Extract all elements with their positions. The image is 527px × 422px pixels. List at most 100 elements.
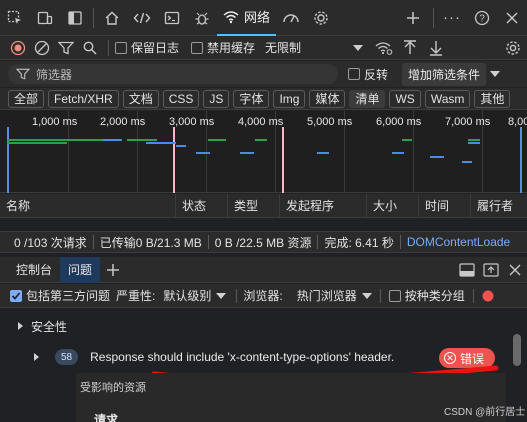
request-bar bbox=[176, 145, 186, 147]
request-bar bbox=[127, 139, 157, 141]
disable-cache-checkbox[interactable] bbox=[191, 41, 204, 54]
timeline-tick-label: 6,000 ms bbox=[376, 116, 422, 128]
transferred-size: 已传输0 B/21.3 MB bbox=[99, 235, 202, 250]
welcome-home-icon[interactable] bbox=[97, 0, 127, 36]
expand-drawer-icon[interactable] bbox=[479, 262, 503, 277]
load-event-marker bbox=[173, 127, 175, 193]
column-type[interactable]: 类型 bbox=[228, 193, 280, 218]
affected-resources-label: 受影响的资源 bbox=[80, 382, 146, 394]
preserve-log-label: 保留日志 bbox=[131, 41, 180, 55]
chip-ws[interactable]: WS bbox=[389, 89, 421, 108]
scrollbar-thumb[interactable] bbox=[513, 334, 521, 366]
close-icon[interactable] bbox=[497, 0, 527, 36]
resource-type-filters: 全部 Fetch/XHR 文档 CSS JS 字体 Img 媒体 清单 WS W… bbox=[0, 88, 527, 110]
affected-requests-label[interactable]: 请求 bbox=[94, 411, 118, 422]
browser-select[interactable]: 热门浏览器 bbox=[297, 287, 357, 304]
chevron-down-icon[interactable] bbox=[216, 292, 227, 299]
chevron-down-icon[interactable] bbox=[353, 44, 364, 51]
device-toolbar-icon[interactable] bbox=[30, 0, 60, 36]
requests-table-body bbox=[0, 218, 527, 230]
issue-category-security[interactable]: 安全性 bbox=[0, 315, 527, 337]
chip-img[interactable]: Img bbox=[273, 89, 306, 108]
chip-media[interactable]: 媒体 bbox=[309, 89, 346, 108]
column-initiator[interactable]: 发起程序 bbox=[280, 193, 367, 218]
throttling-select[interactable]: 无限制 bbox=[265, 39, 301, 56]
network-conditions-wifi-icon[interactable] bbox=[371, 41, 397, 55]
clear-icon[interactable] bbox=[30, 40, 54, 56]
divider bbox=[399, 235, 401, 249]
load-event-marker bbox=[282, 127, 284, 193]
timeline-tick-label: 8,000 ms bbox=[508, 116, 527, 128]
chip-fetch-xhr[interactable]: Fetch/XHR bbox=[48, 89, 119, 108]
add-drawer-tab-plus-icon[interactable] bbox=[100, 263, 126, 277]
add-tab-plus-icon[interactable] bbox=[396, 0, 430, 36]
request-bar bbox=[240, 152, 254, 154]
more-tools-ellipsis-icon[interactable]: ··· bbox=[437, 0, 467, 36]
divider bbox=[93, 7, 94, 28]
search-icon[interactable] bbox=[78, 41, 102, 55]
column-name[interactable]: 名称 bbox=[0, 193, 176, 218]
chip-css[interactable]: CSS bbox=[162, 89, 200, 108]
expand-triangle-icon bbox=[18, 322, 23, 330]
divider bbox=[472, 288, 474, 303]
elements-code-icon[interactable] bbox=[127, 0, 157, 36]
tab-network-label: 网络 bbox=[244, 10, 271, 25]
include-third-party-checkbox[interactable] bbox=[10, 289, 22, 302]
disable-cache-label: 禁用缓存 bbox=[207, 41, 256, 55]
column-size[interactable]: 大小 bbox=[367, 193, 419, 218]
dom-content-loaded-marker bbox=[520, 127, 522, 193]
invert-checkbox[interactable] bbox=[348, 68, 360, 80]
help-icon[interactable]: ? bbox=[467, 0, 497, 36]
more-filters-button[interactable]: 增加筛选条件 bbox=[402, 62, 487, 86]
resources-size: 0 B /22.5 MB 资源 bbox=[214, 235, 312, 250]
dock-panel-icon[interactable] bbox=[60, 0, 90, 36]
tab-issues[interactable]: 问题 bbox=[60, 256, 101, 283]
export-har-download-icon[interactable] bbox=[423, 40, 449, 56]
close-drawer-icon[interactable] bbox=[503, 264, 527, 276]
group-by-kind-checkbox[interactable] bbox=[388, 289, 401, 302]
severity-select[interactable]: 默认级别 bbox=[163, 287, 211, 304]
memory-gear-icon[interactable] bbox=[306, 0, 336, 36]
divider bbox=[379, 288, 381, 303]
chip-font[interactable]: 字体 bbox=[233, 89, 270, 108]
timeline-tick-label: 7,000 ms bbox=[445, 116, 491, 128]
dock-drawer-bottom-icon[interactable] bbox=[455, 262, 479, 277]
chevron-down-icon[interactable] bbox=[490, 71, 501, 77]
filter-placeholder: 筛选器 bbox=[36, 67, 73, 82]
column-time[interactable]: 时间 bbox=[419, 193, 471, 218]
column-fulfilled-by[interactable]: 履行者 bbox=[471, 194, 527, 218]
timeline-tick-label: 4,000 ms bbox=[238, 116, 284, 128]
inspect-element-icon[interactable] bbox=[0, 0, 30, 36]
import-har-upload-icon[interactable] bbox=[397, 39, 423, 56]
issue-category-label: 安全性 bbox=[31, 319, 68, 334]
chevron-down-icon[interactable] bbox=[361, 292, 372, 299]
issue-error-count-icon[interactable] bbox=[482, 290, 494, 302]
filter-funnel-icon[interactable] bbox=[54, 41, 78, 55]
sources-debug-bug-icon[interactable] bbox=[187, 0, 217, 36]
network-settings-gear-icon[interactable] bbox=[499, 40, 527, 56]
chip-manifest[interactable]: 清单 bbox=[349, 89, 386, 108]
console-icon[interactable] bbox=[157, 0, 187, 36]
severity-label: 严重性: bbox=[116, 289, 156, 303]
divider bbox=[236, 288, 238, 303]
chip-doc[interactable]: 文档 bbox=[122, 89, 159, 108]
record-stop-icon[interactable] bbox=[6, 40, 30, 56]
chip-other[interactable]: 其他 bbox=[474, 89, 511, 108]
column-status[interactable]: 状态 bbox=[176, 193, 228, 218]
chip-all[interactable]: 全部 bbox=[8, 89, 45, 108]
filter-input[interactable]: 筛选器 bbox=[8, 64, 338, 84]
network-overview-timeline[interactable]: 1,000 ms 2,000 ms 3,000 ms 4,000 ms 5,00… bbox=[0, 111, 527, 193]
chip-wasm[interactable]: Wasm bbox=[424, 89, 471, 108]
include-third-party-label: 包括第三方问题 bbox=[26, 289, 111, 303]
performance-gauge-icon[interactable] bbox=[276, 0, 306, 36]
tab-network[interactable]: 网络 bbox=[217, 0, 277, 36]
request-bar bbox=[146, 142, 176, 144]
tab-console[interactable]: 控制台 bbox=[8, 257, 60, 283]
chip-js[interactable]: JS bbox=[203, 89, 230, 108]
request-bar bbox=[430, 156, 444, 158]
divider bbox=[92, 235, 94, 249]
svg-text:?: ? bbox=[479, 13, 485, 24]
preserve-log-checkbox[interactable] bbox=[115, 41, 127, 54]
request-bar bbox=[208, 139, 226, 141]
network-summary-bar: 0 /103 次请求 已传输0 B/21.3 MB 0 B /22.5 MB 资… bbox=[0, 231, 527, 253]
